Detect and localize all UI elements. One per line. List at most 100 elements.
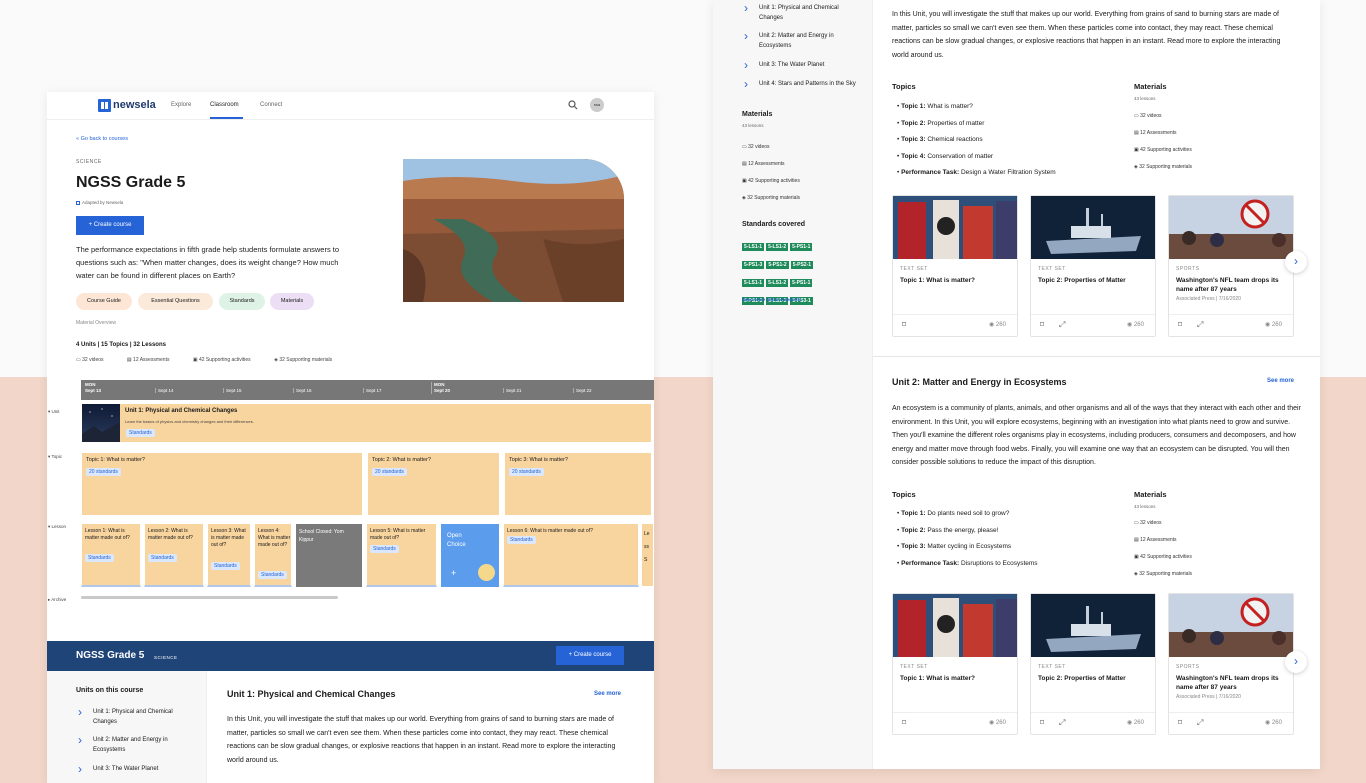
topic-standards-chip[interactable]: 20 standards (372, 468, 407, 476)
topic-card-1[interactable]: Topic 1: What is matter? 20 standards (81, 452, 363, 516)
left-unit-see-more[interactable]: See more (594, 691, 621, 697)
standard-badge[interactable]: 5-PS1-3 (742, 261, 765, 269)
read-more-standards-link[interactable]: Read more about standards (742, 297, 802, 302)
resource-card-1[interactable]: TEXT SET Topic 1: What is matter? ⌑ ◉ 26… (892, 195, 1018, 337)
lesson-card-4[interactable]: Lesson 4: What is matter made out of? St… (254, 523, 292, 587)
topic-standards-chip[interactable]: 20 standards (86, 468, 121, 476)
lesson-card-6[interactable]: Lesson 6: What is matter made out of? St… (503, 523, 639, 587)
bookmark-icon[interactable]: ⌑ (1178, 320, 1182, 329)
standard-badge[interactable]: 5-LS1-2 (766, 243, 789, 251)
carousel-next-button[interactable]: › (1285, 651, 1307, 673)
sidebar-unit-3[interactable]: › Unit 3: The Water Planet (78, 762, 198, 776)
card-tag: SPORTS (1176, 664, 1200, 670)
lesson-standards-chip[interactable]: Standards (211, 562, 240, 570)
standard-badge[interactable]: 5-PS1-2 (766, 261, 789, 269)
open-choice-card[interactable]: Open Choice + (441, 524, 499, 587)
row-label-archive[interactable]: ▸ Archive (48, 597, 66, 603)
unit2-performance-task[interactable]: • Performance Task: Disruptions to Ecosy… (897, 556, 1038, 573)
sticky-title: NGSS Grade 5 (76, 650, 145, 661)
sidebar-unit-1[interactable]: › Unit 1: Physical and Chemical Changes (78, 705, 198, 727)
create-course-button[interactable]: + Create course (76, 216, 144, 235)
resource-card-6[interactable]: SPORTS Washington's NFL team drops its n… (1168, 593, 1294, 735)
unit-thumbnail (82, 404, 120, 442)
search-icon[interactable] (568, 100, 578, 110)
resource-card-2[interactable]: TEXT SET Topic 2: Properties of Matter ⌑… (1030, 195, 1156, 337)
expand-icon[interactable]: ⤢ (1197, 718, 1203, 728)
unit2-see-more[interactable]: See more (1267, 378, 1294, 384)
lesson-card-1[interactable]: Lesson 1: What is matter made out of? St… (81, 523, 141, 587)
pill-essential-questions[interactable]: Essential Questions (138, 293, 213, 310)
expand-icon[interactable]: ⤢ (1059, 718, 1065, 728)
lesson-card-7-partial[interactable]: Le ss S (641, 523, 654, 587)
rs-unit-3[interactable]: › Unit 3: The Water Planet (744, 58, 864, 72)
bookmark-icon[interactable]: ⌑ (1178, 718, 1182, 727)
lesson-card-3[interactable]: Lesson 3: What is matter made out of? St… (207, 523, 251, 587)
standard-badge[interactable]: 5-LS1-1 (742, 279, 765, 287)
protest-masks-image (893, 594, 1017, 657)
timeline-scrollbar[interactable] (81, 596, 338, 599)
resource-card-5[interactable]: TEXT SET Topic 2: Properties of Matter ⌑… (1030, 593, 1156, 735)
newsela-logo-icon[interactable] (98, 99, 111, 112)
unit2-topic-2[interactable]: • Topic 2: Pass the energy, please! (897, 523, 1038, 540)
standard-badge[interactable]: 5-PS1-1 (790, 279, 813, 287)
nav-explore[interactable]: Explore (171, 102, 191, 108)
pill-course-guide[interactable]: Course Guide (76, 293, 132, 310)
expand-icon[interactable]: ⤢ (1197, 320, 1203, 330)
bookmark-icon[interactable]: ⌑ (1040, 320, 1044, 329)
unit2-topic-3[interactable]: • Topic 3: Matter cycling in Ecosystems (897, 539, 1038, 556)
back-link[interactable]: « Go back to courses (76, 136, 128, 142)
lesson-standards-chip[interactable]: Standards (258, 571, 287, 579)
card-meta: Associated Press | 7/16/2020 (1176, 296, 1241, 302)
unit1-topic-3[interactable]: • Topic 3: Chemical reactions (897, 132, 1056, 149)
unit-standards-chip[interactable]: Standards (126, 429, 155, 437)
video-icon: ▭ (1134, 113, 1139, 119)
standard-badge[interactable]: 5-LS1-2 (766, 279, 789, 287)
lesson-standards-chip[interactable]: Standards (370, 545, 399, 553)
topic-card-title: Topic 1: What is matter? (86, 457, 145, 463)
lesson-standards-chip[interactable]: Standards (148, 554, 177, 562)
row-label-topic[interactable]: ▾ Topic (48, 454, 62, 460)
unit2-topic-1[interactable]: • Topic 1: Do plants need soil to grow? (897, 506, 1038, 523)
standard-badge[interactable]: 5-PS2-1 (790, 261, 814, 269)
unit2-body: An ecosystem is a community of plants, a… (892, 405, 1301, 466)
row-label-unit[interactable]: ▾ Unit (48, 409, 60, 415)
card-tag: TEXT SET (900, 266, 928, 272)
unit1-topic-4[interactable]: • Topic 4: Conservation of matter (897, 149, 1056, 166)
bookmark-icon[interactable]: ⌑ (1040, 718, 1044, 727)
rs-unit-1[interactable]: › Unit 1: Physical and Chemical Changes (744, 1, 864, 23)
avatar[interactable]: ssa (590, 98, 604, 112)
unit1-topic-2[interactable]: • Topic 2: Properties of matter (897, 116, 1056, 133)
timeline-unit-card[interactable]: Unit 1: Physical and Chemical Changes Le… (81, 403, 652, 443)
topic-standards-chip[interactable]: 20 standards (509, 468, 544, 476)
unit1-topic-1[interactable]: • Topic 1: What is matter? (897, 99, 1056, 116)
unit1-performance-task[interactable]: • Performance Task: Design a Water Filtr… (897, 165, 1056, 182)
card-title: Washington's NFL team drops its name aft… (1176, 277, 1279, 293)
plus-icon[interactable]: + (451, 568, 456, 578)
nav-classroom[interactable]: Classroom (210, 102, 239, 108)
row-label-lesson[interactable]: ▾ Lesson (48, 524, 66, 530)
lesson-card-2[interactable]: Lesson 2: What is matter made out of? St… (144, 523, 204, 587)
carousel-next-button[interactable]: › (1285, 251, 1307, 273)
sticky-create-course-button[interactable]: + Create course (556, 646, 624, 665)
rs-unit-4[interactable]: › Unit 4: Stars and Patterns in the Sky (744, 77, 864, 91)
standard-badge[interactable]: 5-LS1-1 (742, 243, 765, 251)
unit-card-desc: Learn the basics of physics and chemistr… (125, 419, 254, 424)
standard-badge[interactable]: 5-PS1-1 (790, 243, 813, 251)
bookmark-icon[interactable]: ⌑ (902, 718, 906, 727)
pill-materials[interactable]: Materials (270, 293, 314, 310)
sticky-subject: SCIENCE (154, 655, 178, 660)
lesson-standards-chip[interactable]: Standards (85, 554, 114, 562)
bookmark-icon[interactable]: ⌑ (902, 320, 906, 329)
lesson-card-5[interactable]: Lesson 5: What is matter made out of? St… (366, 523, 437, 587)
expand-icon[interactable]: ⤢ (1059, 320, 1065, 330)
lesson-standards-chip[interactable]: Standards (507, 536, 536, 544)
rs-unit-2[interactable]: › Unit 2: Matter and Energy in Ecosystem… (744, 29, 864, 51)
resource-card-4[interactable]: TEXT SET Topic 1: What is matter? ⌑ ◉ 26… (892, 593, 1018, 735)
resource-card-3[interactable]: SPORTS Washington's NFL team drops its n… (1168, 195, 1294, 337)
pill-standards[interactable]: Standards (219, 293, 265, 310)
topic-card-2[interactable]: Topic 2: What is matter? 20 standards (367, 452, 500, 516)
nav-connect[interactable]: Connect (260, 102, 282, 108)
topic-card-3[interactable]: Topic 3: What is matter? 20 standards (504, 452, 652, 516)
sidebar-unit-2[interactable]: › Unit 2: Matter and Energy in Ecosystem… (78, 733, 198, 755)
brand-name[interactable]: newsela (113, 99, 156, 111)
